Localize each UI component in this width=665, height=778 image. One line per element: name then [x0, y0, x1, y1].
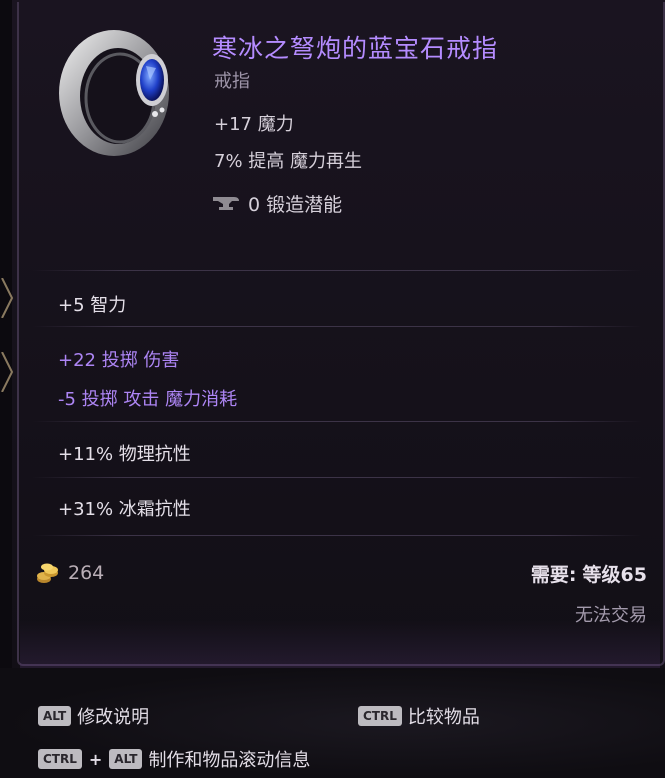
alt-key: ALT — [38, 706, 72, 726]
section-divider — [32, 326, 642, 327]
frame-ornament-icon — [1, 352, 14, 392]
level-requirement: 需要: 等级65 — [531, 560, 647, 587]
base-stat-mana: +17 魔力 — [214, 114, 294, 135]
hint-alt: ALT 修改说明 — [38, 703, 149, 729]
affix-intelligence: +5 智力 — [58, 295, 127, 316]
frame-ornament-icon — [1, 278, 14, 318]
hint-ctrl-label: 比较物品 — [407, 707, 480, 728]
combo-plus: + — [88, 749, 103, 769]
section-divider — [32, 421, 642, 422]
affix-physical-resistance: +11% 物理抗性 — [58, 444, 191, 465]
section-divider — [32, 535, 642, 536]
requirement-label: 需要: — [530, 564, 577, 586]
anvil-icon — [213, 197, 239, 210]
affix-cold-resistance: +31% 冰霜抗性 — [58, 499, 191, 520]
alt-key: ALT — [109, 749, 143, 769]
sapphire-ring-icon — [59, 30, 169, 156]
hint-ctrl: CTRL 比较物品 — [358, 703, 480, 729]
affix-throw-damage: +22 投掷 伤害 — [58, 350, 180, 371]
gold-amount: 264 — [68, 562, 105, 584]
section-divider — [32, 270, 642, 271]
ctrl-key: CTRL — [38, 749, 82, 769]
forge-potential-label: 0 锻造潜能 — [248, 193, 343, 216]
tooltip-bottom-border — [20, 620, 660, 671]
affix-throw-mana-cost: -5 投掷 攻击 魔力消耗 — [58, 389, 238, 410]
section-divider — [32, 477, 642, 478]
hint-alt-label: 修改说明 — [77, 707, 150, 728]
ctrl-key: CTRL — [358, 706, 402, 726]
hint-combo-label: 制作和物品滚动信息 — [148, 750, 311, 771]
gold-coins-icon — [37, 563, 58, 583]
forge-potential: 0 锻造潜能 — [212, 190, 342, 216]
hint-ctrl-alt: CTRL + ALT 制作和物品滚动信息 — [38, 746, 310, 772]
item-type: 戒指 — [214, 71, 250, 92]
item-name: 寒冰之弩炮的蓝宝石戒指 — [212, 34, 499, 63]
gold-value: 264 — [36, 560, 104, 586]
base-stat-mana-regen: 7% 提高 魔力再生 — [214, 151, 362, 172]
trade-status: 无法交易 — [575, 605, 647, 626]
requirement-value: 等级65 — [582, 564, 647, 586]
